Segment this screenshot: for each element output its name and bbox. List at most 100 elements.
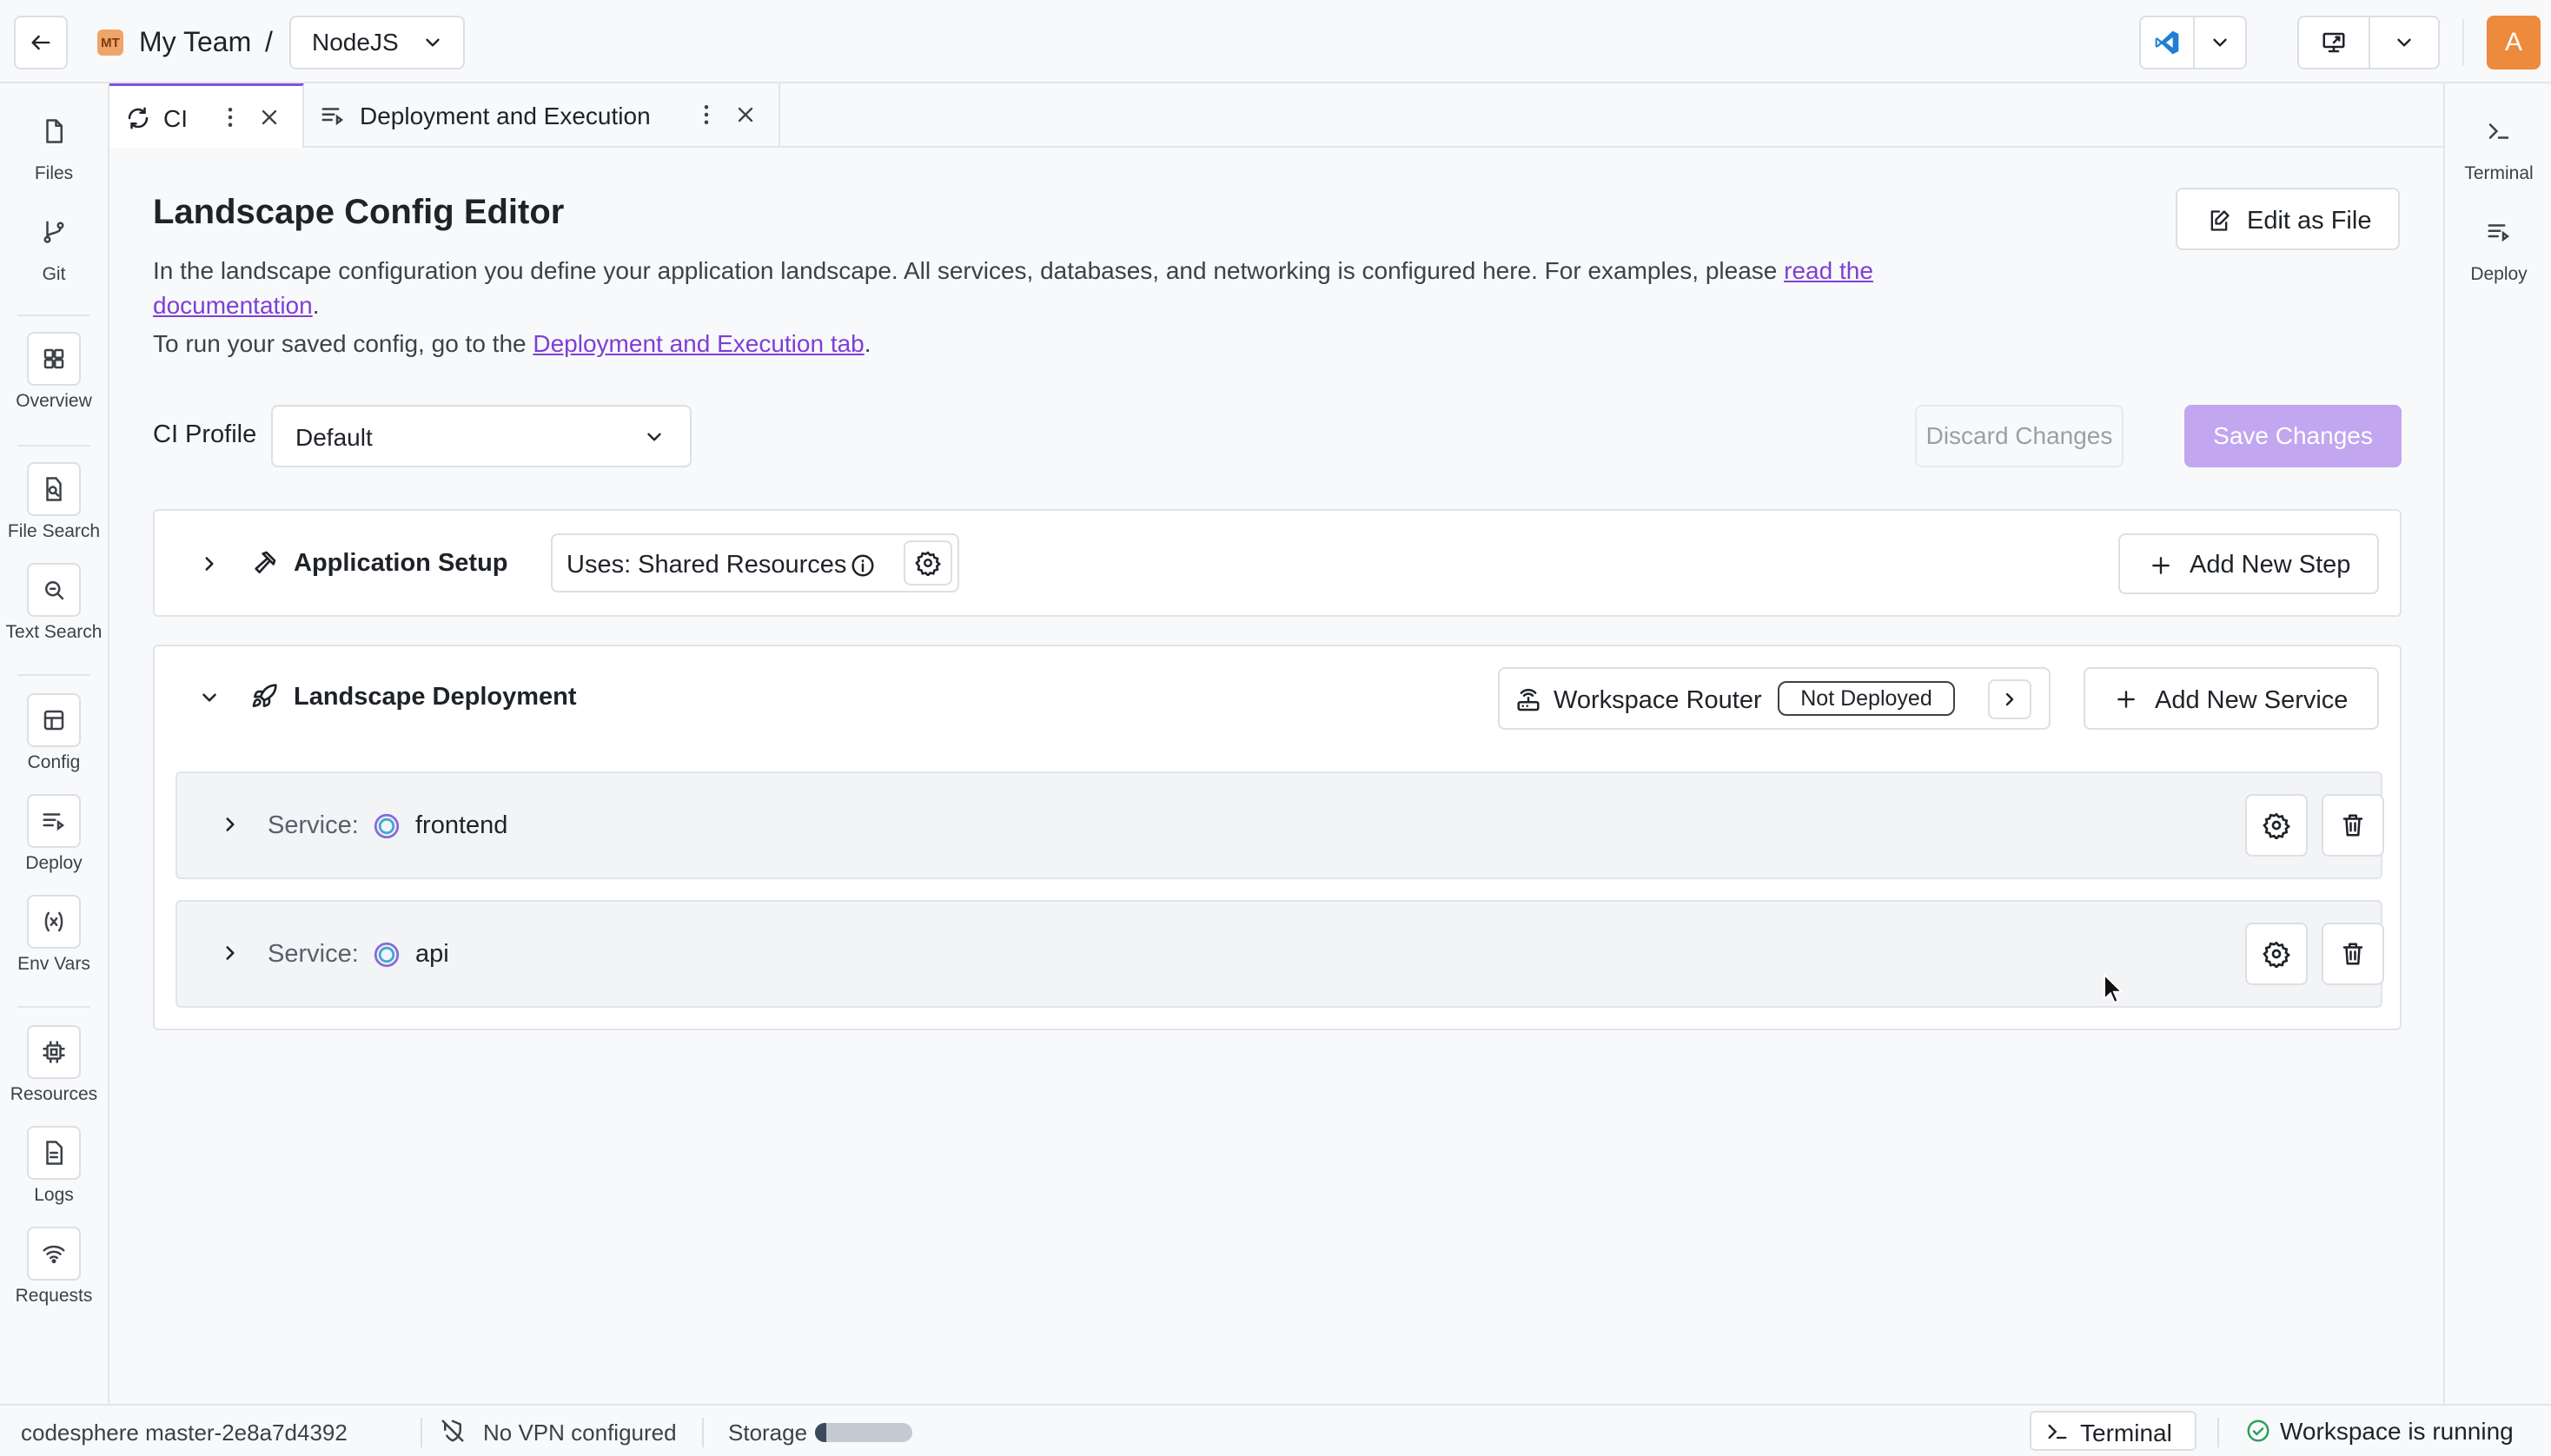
page-title: Landscape Config Editor <box>153 193 565 231</box>
info-icon[interactable] <box>850 553 876 579</box>
chevron-right-icon[interactable] <box>219 942 242 964</box>
add-new-service-button[interactable]: Add New Service <box>2084 667 2379 730</box>
sidebar-item-resources[interactable]: Resources <box>0 1025 108 1105</box>
edit-as-file-button[interactable]: Edit as File <box>2176 188 2400 250</box>
vscode-icon <box>2155 30 2179 55</box>
team-name[interactable]: My Team <box>139 26 251 58</box>
edit-as-file-label: Edit as File <box>2247 207 2372 235</box>
terminal-button[interactable]: Terminal <box>2030 1411 2197 1451</box>
grid-icon <box>27 332 81 386</box>
service-row-frontend: Service: frontend <box>176 771 2384 879</box>
rightbar-item-terminal[interactable]: Terminal <box>2445 104 2551 184</box>
edit-file-icon <box>2210 210 2230 231</box>
deployment-tab-link[interactable]: Deployment and Execution tab <box>533 330 864 357</box>
close-icon[interactable] <box>257 105 282 129</box>
add-new-step-button[interactable]: Add New Step <box>2118 533 2379 594</box>
chevron-down-icon <box>2397 38 2411 47</box>
vpn-status[interactable]: No VPN configured <box>483 1420 677 1446</box>
right-sidebar: Terminal Deploy <box>2443 83 2551 1404</box>
sidebar-item-label: Overview <box>16 391 92 411</box>
breadcrumb-separator: / <box>265 26 273 57</box>
sidebar-item-label: Deploy <box>25 853 83 873</box>
router-icon <box>1517 688 1540 711</box>
discard-changes-button[interactable]: Discard Changes <box>1915 405 2124 467</box>
service-prefix: Service: <box>268 940 359 968</box>
shield-off-icon <box>441 1420 464 1442</box>
plus-icon <box>2152 557 2170 574</box>
description-end: . <box>312 292 320 319</box>
gear-icon <box>915 551 941 576</box>
service-name: frontend <box>415 811 508 839</box>
landscape-config-editor: Landscape Config Editor Edit as File In … <box>109 148 2443 1404</box>
ide-options-button[interactable] <box>2193 17 2245 68</box>
save-changes-button[interactable]: Save Changes <box>2184 405 2402 467</box>
workspace-router-chip: Workspace Router Not Deployed <box>1498 667 2051 730</box>
router-open-button[interactable] <box>1988 679 2031 719</box>
sidebar-item-label: Config <box>27 752 81 772</box>
run-config-hint: To run your saved config, go to the Depl… <box>153 330 871 358</box>
terminal-label: Terminal <box>2080 1420 2172 1446</box>
back-button[interactable] <box>14 16 68 69</box>
workspace-router-label: Workspace Router <box>1554 686 1762 714</box>
sidebar-item-files[interactable]: Files <box>0 104 108 184</box>
sidebar-item-overview[interactable]: Overview <box>0 332 108 412</box>
trash-icon <box>2342 814 2363 837</box>
shared-resources-settings-button[interactable] <box>904 540 952 586</box>
service-delete-button[interactable] <box>2322 923 2384 985</box>
log-icon <box>27 1126 81 1180</box>
more-vertical-icon[interactable] <box>693 101 719 129</box>
text-search-icon <box>27 563 81 617</box>
chevron-right-icon <box>2005 692 2014 706</box>
open-preview-button[interactable] <box>2299 17 2369 68</box>
run-hint-end: . <box>864 330 871 357</box>
more-vertical-icon[interactable] <box>217 103 243 131</box>
storage-bar-fill <box>815 1423 827 1442</box>
chevron-right-icon[interactable] <box>219 813 242 836</box>
gear-icon <box>2263 941 2290 968</box>
service-settings-button[interactable] <box>2245 794 2308 857</box>
statusbar-divider <box>702 1418 704 1447</box>
rocket-icon <box>252 684 277 707</box>
editor-description: In the landscape configuration you defin… <box>153 254 1986 323</box>
description-text: In the landscape configuration you defin… <box>153 257 1785 284</box>
preview-options-button[interactable] <box>2369 17 2438 68</box>
topbar-divider <box>2462 19 2464 66</box>
chevron-right-icon[interactable] <box>198 553 221 575</box>
sidebar-item-requests[interactable]: Requests <box>0 1227 108 1307</box>
tab-deployment-and-execution[interactable]: Deployment and Execution <box>304 83 780 148</box>
sidebar-item-deploy[interactable]: Deploy <box>0 794 108 874</box>
sidebar-item-config[interactable]: Config <box>0 693 108 773</box>
workspace-select[interactable]: NodeJS <box>289 16 465 69</box>
sidebar-item-text-search[interactable]: Text Search <box>0 563 108 643</box>
sidebar-item-env-vars[interactable]: Env Vars <box>0 895 108 975</box>
sidebar-divider <box>17 314 90 316</box>
service-status-icon <box>374 942 400 968</box>
tab-ci[interactable]: CI <box>109 83 304 148</box>
service-settings-button[interactable] <box>2245 923 2308 985</box>
ci-profile-select[interactable]: Default <box>271 405 692 467</box>
ide-button-group <box>2139 16 2247 69</box>
storage-bar[interactable] <box>815 1423 912 1442</box>
ci-profile-label: CI Profile <box>153 420 257 448</box>
service-delete-button[interactable] <box>2322 794 2384 857</box>
sidebar-divider <box>17 1006 90 1008</box>
rightbar-item-label: Terminal <box>2464 163 2534 183</box>
chevron-down-icon[interactable] <box>198 686 221 709</box>
vscode-button[interactable] <box>2141 17 2193 68</box>
hammer-icon <box>255 551 276 573</box>
sidebar-item-label: Resources <box>10 1084 98 1104</box>
sidebar-item-label: Env Vars <box>17 954 90 974</box>
file-search-icon <box>27 462 81 516</box>
landscape-deployment-card: Landscape Deployment Workspace Router No… <box>153 645 2402 1030</box>
variable-icon <box>27 895 81 949</box>
close-icon[interactable] <box>733 103 758 127</box>
sidebar-item-label: Files <box>34 163 74 183</box>
user-avatar[interactable]: A <box>2487 16 2541 69</box>
sidebar-item-logs[interactable]: Logs <box>0 1126 108 1206</box>
shared-resources-label: Uses: Shared Resources <box>567 551 847 579</box>
branch-info: codesphere master-2e8a7d4392 <box>21 1420 348 1446</box>
chip-icon <box>27 1025 81 1079</box>
sidebar-item-file-search[interactable]: File Search <box>0 462 108 542</box>
sidebar-item-git[interactable]: Git <box>0 205 108 285</box>
rightbar-item-deploy[interactable]: Deploy <box>2445 205 2551 285</box>
